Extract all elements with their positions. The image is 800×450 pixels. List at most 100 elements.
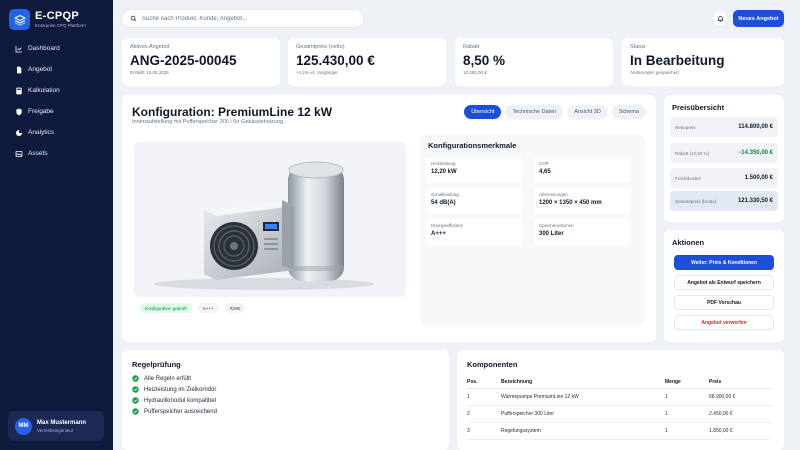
sidebar-item-dashboard[interactable]: Dashboard xyxy=(0,38,113,59)
rule-label: Hydraulikmodul kompatibel xyxy=(144,397,217,404)
property-sound-power: Schallleistung 54 dB(A) xyxy=(426,188,523,214)
price-label: Nettopreis xyxy=(675,124,696,130)
check-circle-icon xyxy=(132,397,139,404)
kpi-value: In Bearbeitung xyxy=(630,53,725,68)
configuration-tabs: Übersicht Technische Daten Ansicht 3D Sc… xyxy=(460,105,646,119)
price-label: Frachtkosten xyxy=(675,175,702,181)
notification-button[interactable] xyxy=(713,11,727,25)
kpi-label: Status xyxy=(630,44,646,50)
actions-panel: Aktionen Weiter: Preis & Konditionen Ang… xyxy=(664,230,784,342)
sidebar-nav: Dashboard Angebot Kalkulation Freigabe A… xyxy=(0,38,113,164)
badge-refrigerant: R290 xyxy=(224,303,246,313)
configuration-subtitle: Innenaufstellung mit Pufferspeicher 300 … xyxy=(132,119,285,125)
property-value: 54 dB(A) xyxy=(431,200,456,206)
kpi-value: 8,50 % xyxy=(463,53,506,68)
table-row[interactable]: 2 Pufferspeicher 300 Liter 1 2.450,00 € xyxy=(467,405,772,423)
column-header: Menge xyxy=(665,377,709,389)
table-cell: 2 xyxy=(467,405,501,423)
rule-label: Pufferspeicher ausreichend xyxy=(144,408,217,415)
column-header: Bezeichnung xyxy=(501,377,665,389)
app-subtitle: Enterprise CPQ Plattform xyxy=(35,23,86,28)
tab-technical-data[interactable]: Technische Daten xyxy=(505,105,564,119)
table-cell: 1 xyxy=(665,405,709,423)
components-table: Pos. Bezeichnung Menge Preis 1 Wärmepump… xyxy=(467,377,772,440)
configuration-title: Konfiguration: PremiumLine 12 kW xyxy=(132,105,333,119)
kpi-sub: Änderungen gespeichert xyxy=(630,70,680,75)
sidebar-item-label: Angebot xyxy=(28,66,53,73)
status-badge-checked: Konfiguration geprüft xyxy=(140,303,192,313)
tab-overview[interactable]: Übersicht xyxy=(464,105,502,119)
table-cell: Wärmepumpe PremiumLine 12 kW xyxy=(501,388,665,406)
document-icon xyxy=(17,66,22,73)
discard-offer-button[interactable]: Angebot verwerfen xyxy=(674,315,774,330)
sidebar-item-analytics[interactable]: Analytics xyxy=(0,122,113,143)
badge-efficiency: A+++ xyxy=(197,303,219,313)
configuration-properties: Konfigurationsmerkmale Heizleistung 12,2… xyxy=(420,135,645,325)
kpi-label: Rabatt xyxy=(463,44,480,50)
table-cell: 1 xyxy=(665,422,709,440)
property-heating-power: Heizleistung 12,20 kW xyxy=(426,157,523,183)
search-input[interactable] xyxy=(142,15,352,22)
shield-icon xyxy=(16,108,22,115)
layers-logo-icon xyxy=(9,9,30,30)
price-row-freight: Frachtkosten 1.500,00 € xyxy=(670,168,778,188)
property-label: Abmessungen xyxy=(539,192,568,197)
check-circle-icon xyxy=(132,375,139,382)
sidebar-item-assets[interactable]: Assets xyxy=(0,143,113,164)
avatar: MM xyxy=(15,417,32,435)
sidebar-item-label: Assets xyxy=(28,150,48,157)
property-label: Schallleistung xyxy=(431,192,459,197)
sidebar: E-CPQP Enterprise CPQ Plattform Dashboar… xyxy=(0,0,113,450)
continue-pricing-button[interactable]: Weiter: Preis & Konditionen xyxy=(674,255,774,270)
table-cell: 1 xyxy=(665,388,709,406)
brand[interactable]: E-CPQP Enterprise CPQ Plattform xyxy=(9,9,86,30)
user-card[interactable]: MM Max Mustermann Vertriebsingenieur xyxy=(8,411,104,441)
calculator-icon xyxy=(16,87,22,94)
bell-icon xyxy=(716,15,724,22)
actions-title: Aktionen xyxy=(672,238,705,247)
user-role: Vertriebsingenieur xyxy=(37,427,74,433)
check-circle-icon xyxy=(132,408,139,415)
configuration-panel: Konfiguration: PremiumLine 12 kW Innenau… xyxy=(122,95,656,342)
property-value: 300 Liter xyxy=(539,231,564,237)
rule-label: Heizleistung im Zielkorridor xyxy=(144,386,217,393)
tab-3d-view[interactable]: Ansicht 3D xyxy=(567,105,608,119)
kpi-card-discount: Rabatt 8,50 % 10.350,00 € xyxy=(455,38,613,86)
property-value: 1200 × 1350 × 450 mm xyxy=(539,200,602,206)
kpi-card-status: Status In Bearbeitung Änderungen gespeic… xyxy=(622,38,784,86)
pdf-preview-button[interactable]: PDF Vorschau xyxy=(674,295,774,310)
price-value: 1.500,00 € xyxy=(744,175,773,181)
table-cell: Pufferspeicher 300 Liter xyxy=(501,405,665,423)
tab-schema[interactable]: Schema xyxy=(611,105,646,119)
property-value: 12,20 kW xyxy=(431,169,457,175)
sidebar-item-kalkulation[interactable]: Kalkulation xyxy=(0,80,113,101)
price-value: -14.350,00 € xyxy=(739,150,773,156)
rule-item: Pufferspeicher ausreichend xyxy=(132,408,439,415)
components-title: Komponenten xyxy=(467,360,518,369)
property-cop: COP 4,65 xyxy=(534,157,631,183)
property-energy-efficiency: Energieeffizienz A+++ xyxy=(426,219,523,245)
table-row[interactable]: 3 Regelungssystem 1 1.850,00 € xyxy=(467,422,772,440)
property-label: Energieeffizienz xyxy=(431,223,463,228)
table-row[interactable]: 1 Wärmepumpe PremiumLine 12 kW 1 68.900,… xyxy=(467,388,772,406)
column-header: Pos. xyxy=(467,377,501,389)
price-label: Rabatt (12,50 %) xyxy=(675,150,710,156)
kpi-sub: Erstellt: 15.05.2025 xyxy=(130,70,169,75)
check-circle-icon xyxy=(132,386,139,393)
price-row-discount: Rabatt (12,50 %) -14.350,00 € xyxy=(670,143,778,163)
user-name: Max Mustermann xyxy=(37,419,87,426)
rule-check-panel: Regelprüfung Alle Regeln erfüllt Heizlei… xyxy=(122,350,449,450)
new-offer-button[interactable]: Neues Angebot xyxy=(733,10,784,27)
sidebar-item-freigabe[interactable]: Freigabe xyxy=(0,101,113,122)
table-header-row: Pos. Bezeichnung Menge Preis xyxy=(467,377,772,389)
price-value: 121.330,50 € xyxy=(737,198,773,204)
table-cell: Regelungssystem xyxy=(501,422,665,440)
sidebar-item-label: Kalkulation xyxy=(28,87,60,94)
chart-icon xyxy=(15,45,22,52)
table-cell: 68.900,00 € xyxy=(709,388,772,406)
kpi-value: ANG-2025-00045 xyxy=(130,53,237,68)
search-bar[interactable] xyxy=(122,10,363,27)
save-draft-button[interactable]: Angebot als Entwurf speichern xyxy=(674,275,774,290)
sidebar-item-angebot[interactable]: Angebot xyxy=(0,59,113,80)
kpi-card-active-offer: Aktives Angebot ANG-2025-00045 Erstellt:… xyxy=(122,38,280,86)
